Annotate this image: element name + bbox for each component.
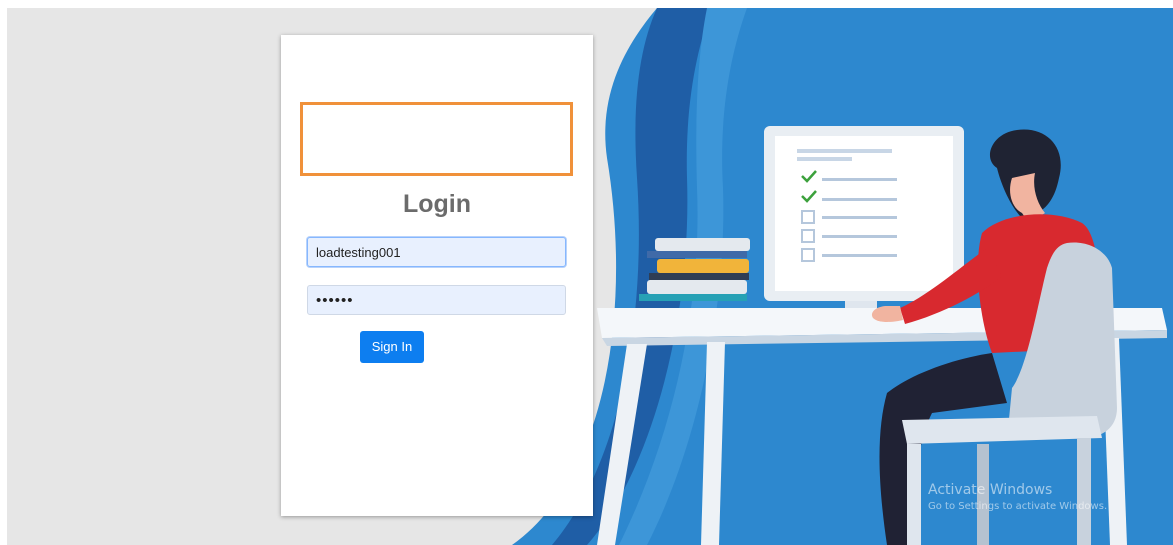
activate-windows-watermark: Activate Windows Go to Settings to activ… [928,482,1107,512]
watermark-line1: Activate Windows [928,482,1053,498]
logo-placeholder [300,102,573,176]
password-input[interactable]: •••••• [307,285,566,315]
login-card: Login loadtesting001 •••••• Sign In [281,35,593,516]
username-input[interactable]: loadtesting001 [307,237,566,267]
login-title: Login [402,190,472,218]
watermark-line2: Go to Settings to activate Windows. [928,501,1108,512]
sign-in-button[interactable]: Sign In [360,331,424,363]
page-frame: Login loadtesting001 •••••• Sign In Acti… [7,8,1173,545]
